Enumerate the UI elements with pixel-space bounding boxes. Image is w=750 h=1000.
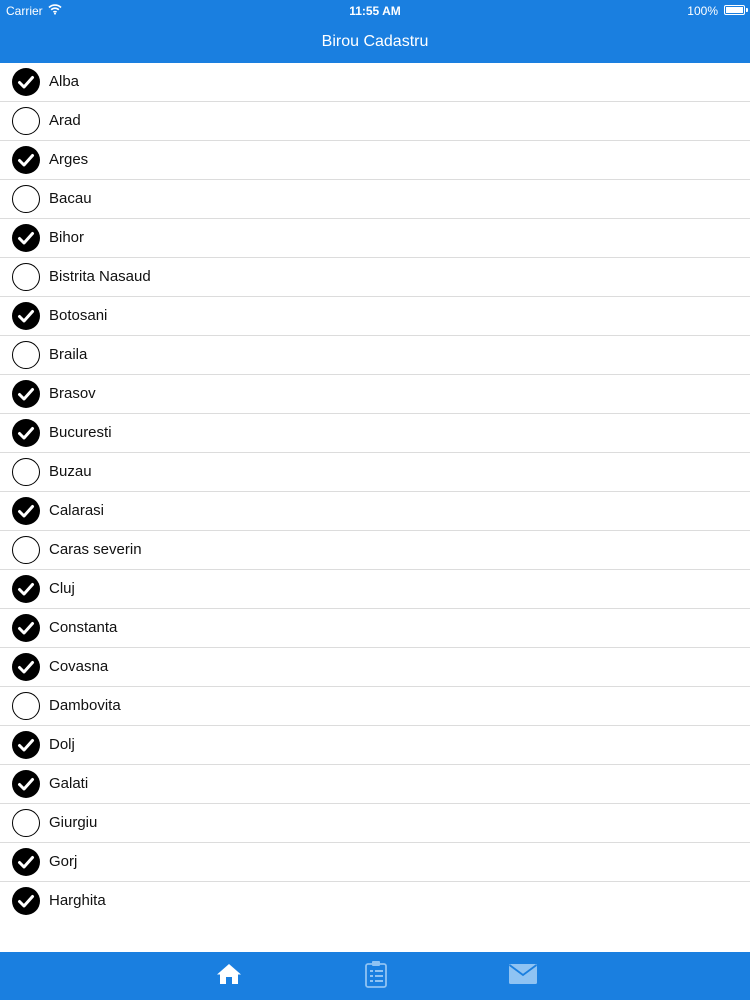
list-item[interactable]: Galati	[0, 765, 750, 804]
county-list[interactable]: Alba Arad Arges Bacau Bihor Bistrita Nasaud Bo…	[0, 63, 750, 951]
empty-circle-icon[interactable]	[12, 107, 40, 135]
checkmark-circle-icon[interactable]	[12, 575, 40, 603]
county-label: Dolj	[49, 736, 75, 753]
checkmark-circle-icon[interactable]	[12, 419, 40, 447]
checkmark-circle-icon[interactable]	[12, 380, 40, 408]
empty-circle-icon[interactable]	[12, 692, 40, 720]
county-label: Botosani	[49, 307, 108, 324]
list-item[interactable]: Covasna	[0, 648, 750, 687]
list-item[interactable]: Braila	[0, 336, 750, 375]
empty-circle-icon[interactable]	[12, 809, 40, 837]
county-label: Cluj	[49, 580, 75, 597]
list-item[interactable]: Bucuresti	[0, 414, 750, 453]
list-item[interactable]: Bistrita Nasaud	[0, 258, 750, 297]
county-label: Dambovita	[49, 697, 121, 714]
county-label: Alba	[49, 73, 80, 90]
page-title: Birou Cadastru	[321, 33, 429, 50]
empty-circle-icon[interactable]	[12, 536, 40, 564]
clipboard-icon	[364, 960, 388, 993]
county-label: Arad	[49, 112, 81, 129]
checkmark-circle-icon[interactable]	[12, 68, 40, 96]
county-label: Arges	[49, 151, 89, 168]
checkmark-circle-icon[interactable]	[12, 302, 40, 330]
county-label: Bacau	[49, 190, 92, 207]
county-label: Brasov	[49, 385, 96, 402]
list-item[interactable]: Dambovita	[0, 687, 750, 726]
list-item[interactable]: Arges	[0, 141, 750, 180]
list-item[interactable]: Bihor	[0, 219, 750, 258]
tab-clipboard[interactable]	[302, 952, 449, 1000]
checkmark-circle-icon[interactable]	[12, 146, 40, 174]
mail-icon	[508, 963, 538, 990]
empty-circle-icon[interactable]	[12, 458, 40, 486]
list-item[interactable]: Cluj	[0, 570, 750, 609]
list-item[interactable]: Buzau	[0, 453, 750, 492]
status-bar: Carrier 11:55 AM 100%	[0, 0, 750, 21]
checkmark-circle-icon[interactable]	[12, 224, 40, 252]
checkmark-circle-icon[interactable]	[12, 497, 40, 525]
checkmark-circle-icon[interactable]	[12, 653, 40, 681]
county-label: Constanta	[49, 619, 118, 636]
list-item[interactable]: Arad	[0, 102, 750, 141]
empty-circle-icon[interactable]	[12, 185, 40, 213]
empty-circle-icon[interactable]	[12, 263, 40, 291]
county-label: Galati	[49, 775, 89, 792]
empty-circle-icon[interactable]	[12, 341, 40, 369]
list-item[interactable]: Caras severin	[0, 531, 750, 570]
county-label: Gorj	[49, 853, 78, 870]
battery-percent: 100%	[687, 4, 718, 18]
list-item[interactable]: Harghita	[0, 882, 750, 921]
tab-mail[interactable]	[449, 952, 596, 1000]
checkmark-circle-icon[interactable]	[12, 887, 40, 915]
county-label: Braila	[49, 346, 88, 363]
home-icon	[216, 962, 242, 991]
list-item[interactable]: Giurgiu	[0, 804, 750, 843]
tab-home[interactable]	[155, 952, 302, 1000]
county-label: Bihor	[49, 229, 85, 246]
list-item[interactable]: Alba	[0, 63, 750, 102]
list-item[interactable]: Gorj	[0, 843, 750, 882]
battery-cap	[746, 8, 748, 12]
county-label: Buzau	[49, 463, 92, 480]
list-item[interactable]: Calarasi	[0, 492, 750, 531]
battery-icon	[724, 5, 745, 15]
status-time: 11:55 AM	[349, 4, 401, 18]
checkmark-circle-icon[interactable]	[12, 848, 40, 876]
county-label: Bistrita Nasaud	[49, 268, 151, 285]
county-label: Harghita	[49, 892, 106, 909]
list-item[interactable]: Botosani	[0, 297, 750, 336]
checkmark-circle-icon[interactable]	[12, 770, 40, 798]
county-label: Covasna	[49, 658, 109, 675]
list-item[interactable]: Bacau	[0, 180, 750, 219]
county-label: Giurgiu	[49, 814, 98, 831]
checkmark-circle-icon[interactable]	[12, 614, 40, 642]
tab-bar	[0, 952, 750, 1000]
list-item[interactable]: Brasov	[0, 375, 750, 414]
county-label: Caras severin	[49, 541, 142, 558]
navigation-bar: Birou Cadastru	[0, 21, 750, 63]
list-item[interactable]: Dolj	[0, 726, 750, 765]
list-item[interactable]: Constanta	[0, 609, 750, 648]
county-label: Calarasi	[49, 502, 105, 519]
checkmark-circle-icon[interactable]	[12, 731, 40, 759]
county-label: Bucuresti	[49, 424, 112, 441]
